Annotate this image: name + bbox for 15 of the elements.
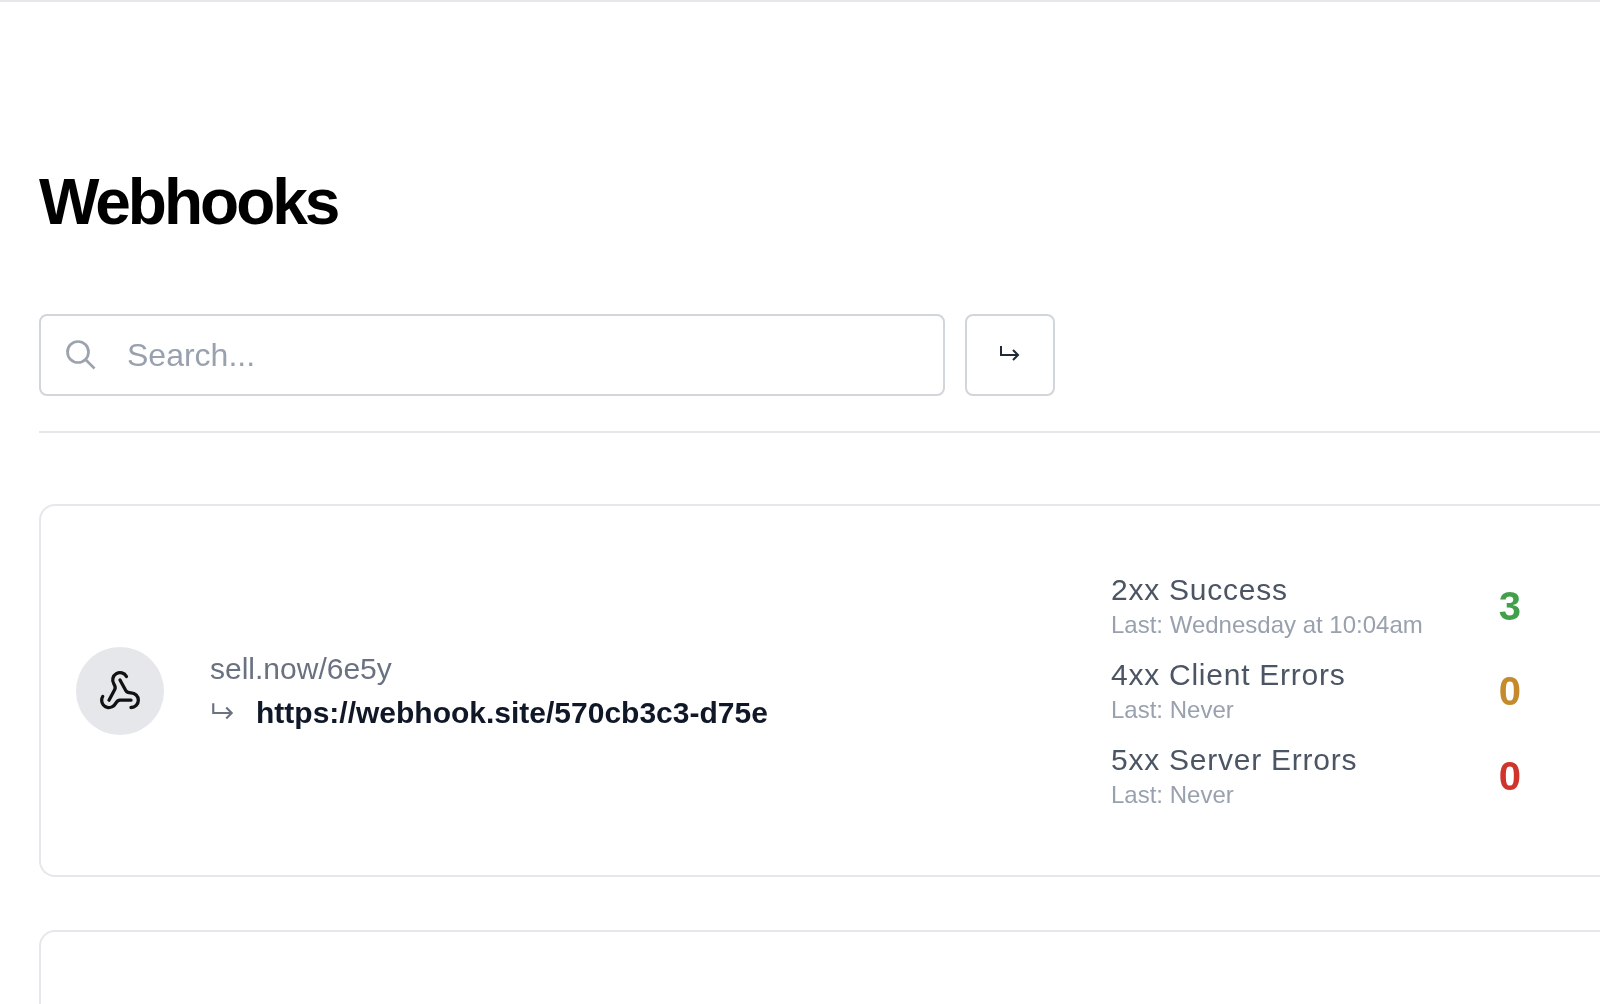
webhook-card[interactable]: sell.now/6e5y https://webhook.site/570cb3c3-d75e 2xx Success Last: Wednesday at 10:04am 3 4xx Client Errors Last: Never 0 5xx Server Errors Last: Never 0	[39, 504, 1600, 877]
status-count: 3	[1498, 582, 1521, 630]
page-title: Webhooks	[39, 165, 338, 240]
status-label: 5xx Server Errors	[1111, 741, 1358, 778]
status-count: 0	[1498, 667, 1521, 715]
redirect-button[interactable]	[965, 314, 1055, 396]
last-time: Last: Wednesday at 10:04am	[1111, 609, 1423, 640]
last-time: Last: Never	[1111, 779, 1234, 810]
status-label: 2xx Success	[1111, 571, 1288, 608]
status-count: 0	[1498, 752, 1521, 800]
search-field[interactable]: Search...	[39, 314, 945, 396]
source-url: sell.now/6e5y	[210, 650, 392, 687]
status-label: 4xx Client Errors	[1111, 656, 1346, 693]
destination-url[interactable]: https://webhook.site/570cb3c3-d75e	[256, 692, 768, 733]
last-time: Last: Never	[1111, 694, 1234, 725]
